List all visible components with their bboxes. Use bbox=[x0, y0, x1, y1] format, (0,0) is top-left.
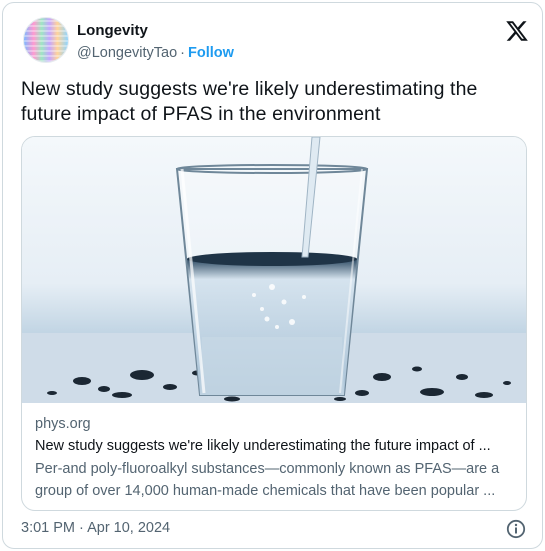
separator-dot: · bbox=[180, 45, 186, 61]
info-icon[interactable] bbox=[506, 519, 526, 539]
link-preview-card[interactable]: phys.org New study suggests we're likely… bbox=[21, 136, 527, 511]
tweet-header: Longevity @LongevityTao · Follow bbox=[21, 15, 531, 65]
author-info: Longevity @LongevityTao · Follow bbox=[77, 21, 234, 63]
display-name[interactable]: Longevity bbox=[77, 21, 234, 41]
follow-button[interactable]: Follow bbox=[188, 45, 234, 61]
water-glass-photo[interactable] bbox=[22, 137, 527, 403]
x-logo-icon[interactable] bbox=[505, 19, 529, 43]
card-domain: phys.org bbox=[35, 416, 91, 432]
handle-row: @LongevityTao · Follow bbox=[77, 43, 234, 63]
tweet-text: New study suggests we're likely underest… bbox=[21, 78, 478, 125]
tweet-card: Longevity @LongevityTao · Follow New study… bbox=[2, 2, 543, 549]
card-title[interactable]: New study suggests we're likely underest… bbox=[35, 436, 519, 456]
handle[interactable]: @LongevityTao bbox=[77, 45, 177, 61]
card-meta: phys.org New study suggests we're likely… bbox=[35, 414, 519, 502]
avatar[interactable] bbox=[23, 17, 69, 63]
timestamp[interactable]: 3:01 PM · Apr 10, 2024 bbox=[21, 520, 170, 536]
card-description: Per-and poly-fluoroalkyl substances—comm… bbox=[35, 461, 500, 499]
